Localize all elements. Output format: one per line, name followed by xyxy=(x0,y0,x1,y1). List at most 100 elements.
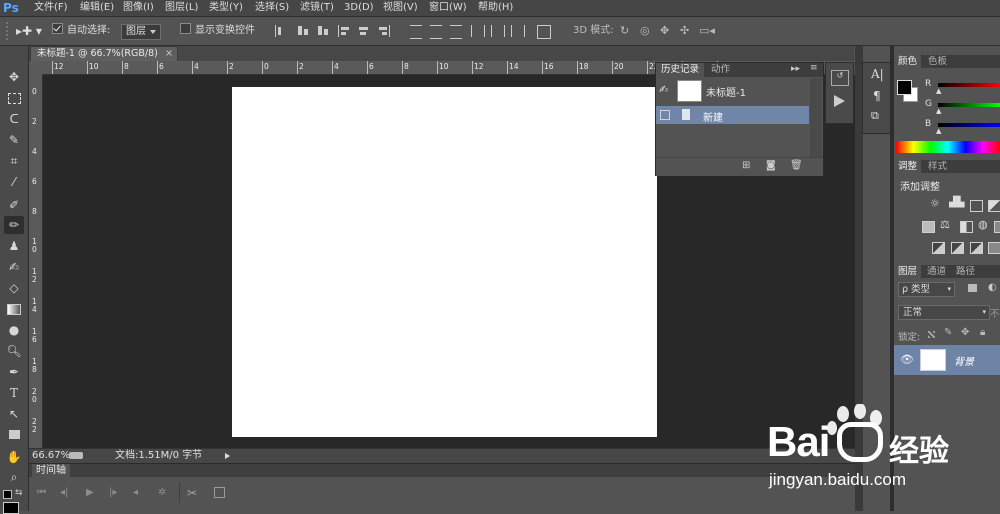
red-slider-handle[interactable]: ▲ xyxy=(936,87,941,95)
brush-tool-icon[interactable]: ✏ xyxy=(4,216,24,234)
status-preview-icon[interactable] xyxy=(69,452,83,459)
transition-icon[interactable] xyxy=(214,487,225,498)
history-brush-tool-icon[interactable]: ✍ xyxy=(4,258,24,276)
photo-filter-icon[interactable] xyxy=(994,221,1000,233)
swap-colors-icon[interactable]: ⇆ xyxy=(15,488,23,498)
distribute-right-icon[interactable] xyxy=(511,25,525,37)
auto-select-option[interactable]: 自动选择: xyxy=(52,23,110,39)
history-scrollbar[interactable] xyxy=(810,78,822,158)
status-menu-arrow-icon[interactable] xyxy=(225,453,230,459)
zoom-level[interactable]: 66.67% xyxy=(32,449,70,463)
panel-collapse-icon[interactable]: ▸▸ xyxy=(791,64,800,74)
align-hcenter-icon[interactable] xyxy=(358,25,370,37)
blue-slider[interactable] xyxy=(938,123,1000,127)
move-tool-icon[interactable]: ✥ xyxy=(4,68,24,86)
blur-tool-icon[interactable]: ● xyxy=(4,321,24,339)
distribute-hcenter-icon[interactable] xyxy=(491,25,505,37)
menu-type[interactable]: 类型(Y) xyxy=(209,0,243,16)
paragraph-panel-icon[interactable]: ¶ xyxy=(873,89,881,103)
lock-position-icon[interactable]: ✥ xyxy=(961,327,969,338)
history-panel-icon[interactable]: ↺ xyxy=(831,70,849,86)
actions-panel-icon[interactable] xyxy=(834,95,845,107)
3d-panel-icon[interactable]: ⧉ xyxy=(871,109,879,123)
next-frame-icon[interactable]: |▸ xyxy=(109,487,117,498)
foreground-color-swatch[interactable] xyxy=(3,502,19,514)
align-bottom-icon[interactable] xyxy=(317,25,329,37)
document-tab[interactable]: 未标题-1 @ 66.7%(RGB/8) × xyxy=(30,46,178,61)
3d-roll-icon[interactable]: ◎ xyxy=(640,23,650,39)
auto-align-icon[interactable] xyxy=(537,25,551,39)
history-step-checkbox[interactable] xyxy=(660,110,670,120)
auto-select-dropdown[interactable]: 图层 xyxy=(121,24,161,40)
posterize-icon[interactable] xyxy=(951,242,964,254)
3d-slide-icon[interactable]: ✣ xyxy=(680,23,689,39)
previous-frame-icon[interactable]: ◂| xyxy=(60,487,68,498)
menu-help[interactable]: 帮助(H) xyxy=(478,0,513,16)
distribute-top-icon[interactable] xyxy=(410,25,422,39)
menu-window[interactable]: 窗口(W) xyxy=(429,0,467,16)
clone-stamp-tool-icon[interactable]: ♟ xyxy=(4,237,24,255)
lasso-tool-icon[interactable]: ᑕ xyxy=(4,110,24,128)
character-panel-icon[interactable]: A| xyxy=(871,67,884,81)
marquee-tool-icon[interactable] xyxy=(4,89,24,107)
play-icon[interactable]: ▶ xyxy=(86,487,94,498)
rectangle-tool-icon[interactable] xyxy=(4,426,24,444)
swatches-tab[interactable]: 色板 xyxy=(924,55,951,68)
threshold-icon[interactable] xyxy=(970,242,983,254)
lock-pixels-icon[interactable]: ✎ xyxy=(944,327,952,338)
menu-3d[interactable]: 3D(D) xyxy=(344,0,374,16)
hand-tool-icon[interactable]: ✋ xyxy=(4,448,24,466)
color-spectrum-ramp[interactable] xyxy=(896,141,1000,153)
pen-tool-icon[interactable]: ✒ xyxy=(4,363,24,381)
red-slider[interactable] xyxy=(938,83,1000,87)
3d-rotate-icon[interactable]: ↻ xyxy=(620,23,629,39)
3d-scale-icon[interactable]: ▭◂ xyxy=(699,23,715,39)
menu-edit[interactable]: 编辑(E) xyxy=(80,0,114,16)
crop-tool-icon[interactable]: ⌗ xyxy=(4,152,24,170)
brightness-contrast-icon[interactable]: ☼ xyxy=(930,197,940,210)
healing-brush-tool-icon[interactable]: ✐ xyxy=(4,196,24,214)
exposure-icon[interactable] xyxy=(988,200,1000,212)
layer-visibility-eye-icon[interactable]: 👁︎ xyxy=(900,353,914,366)
curves-icon[interactable] xyxy=(970,200,983,212)
color-balance-icon[interactable] xyxy=(960,221,973,233)
history-step-row[interactable]: 新建 xyxy=(656,106,809,124)
document-close-icon[interactable]: × xyxy=(165,47,173,61)
menu-select[interactable]: 选择(S) xyxy=(255,0,289,16)
lock-transparent-icon[interactable] xyxy=(928,331,935,338)
foreground-color-box[interactable] xyxy=(897,80,912,95)
menu-image[interactable]: 图像(I) xyxy=(123,0,154,16)
actions-tab[interactable]: 动作 xyxy=(706,63,735,77)
move-tool-preset-icon[interactable]: ▸✚ ▾ xyxy=(16,23,42,39)
dodge-tool-icon[interactable]: 🔍︎ xyxy=(4,342,24,360)
type-tool-icon[interactable]: T xyxy=(4,384,24,402)
history-tab[interactable]: 历史记录 xyxy=(656,63,705,77)
layer-row-background[interactable]: 👁︎ 背景 xyxy=(894,345,1000,375)
align-left-icon[interactable] xyxy=(338,25,351,37)
adjustments-tab[interactable]: 调整 xyxy=(894,160,922,173)
black-white-icon[interactable]: ◍ xyxy=(978,218,988,231)
auto-select-checkbox[interactable] xyxy=(52,23,63,34)
green-slider[interactable] xyxy=(938,103,1000,107)
eyedropper-tool-icon[interactable]: ⁄ xyxy=(4,173,24,191)
split-icon[interactable]: ✂ xyxy=(187,486,197,500)
path-select-tool-icon[interactable]: ↖ xyxy=(4,405,24,423)
gradient-map-icon[interactable] xyxy=(988,242,1000,254)
lock-all-icon[interactable]: 🔒︎ xyxy=(980,327,985,338)
distribute-bottom-icon[interactable] xyxy=(450,25,462,39)
distribute-left-icon[interactable] xyxy=(471,25,485,37)
invert-icon[interactable] xyxy=(932,242,945,254)
new-document-from-state-icon[interactable]: ⊞ xyxy=(742,160,750,171)
audio-icon[interactable]: ◂ xyxy=(133,487,138,498)
menu-layer[interactable]: 图层(L) xyxy=(165,0,198,16)
gradient-tool-icon[interactable] xyxy=(4,300,24,318)
ruler-origin[interactable] xyxy=(29,61,42,74)
mini-foreground-swatch[interactable] xyxy=(3,490,12,499)
layer-filter-dropdown[interactable]: ρ 类型 ▾ xyxy=(898,282,955,297)
show-transform-checkbox[interactable] xyxy=(180,23,191,34)
timeline-tab[interactable]: 时间轴 xyxy=(32,464,70,478)
vertical-ruler[interactable]: 0 2 4 6 8 1 0 1 2 1 4 1 6 1 8 2 0 2 2 xyxy=(29,74,43,448)
go-first-frame-icon[interactable]: ⏮ xyxy=(37,487,46,498)
timeline-settings-icon[interactable]: ✲ xyxy=(158,487,166,498)
menu-view[interactable]: 视图(V) xyxy=(383,0,418,16)
